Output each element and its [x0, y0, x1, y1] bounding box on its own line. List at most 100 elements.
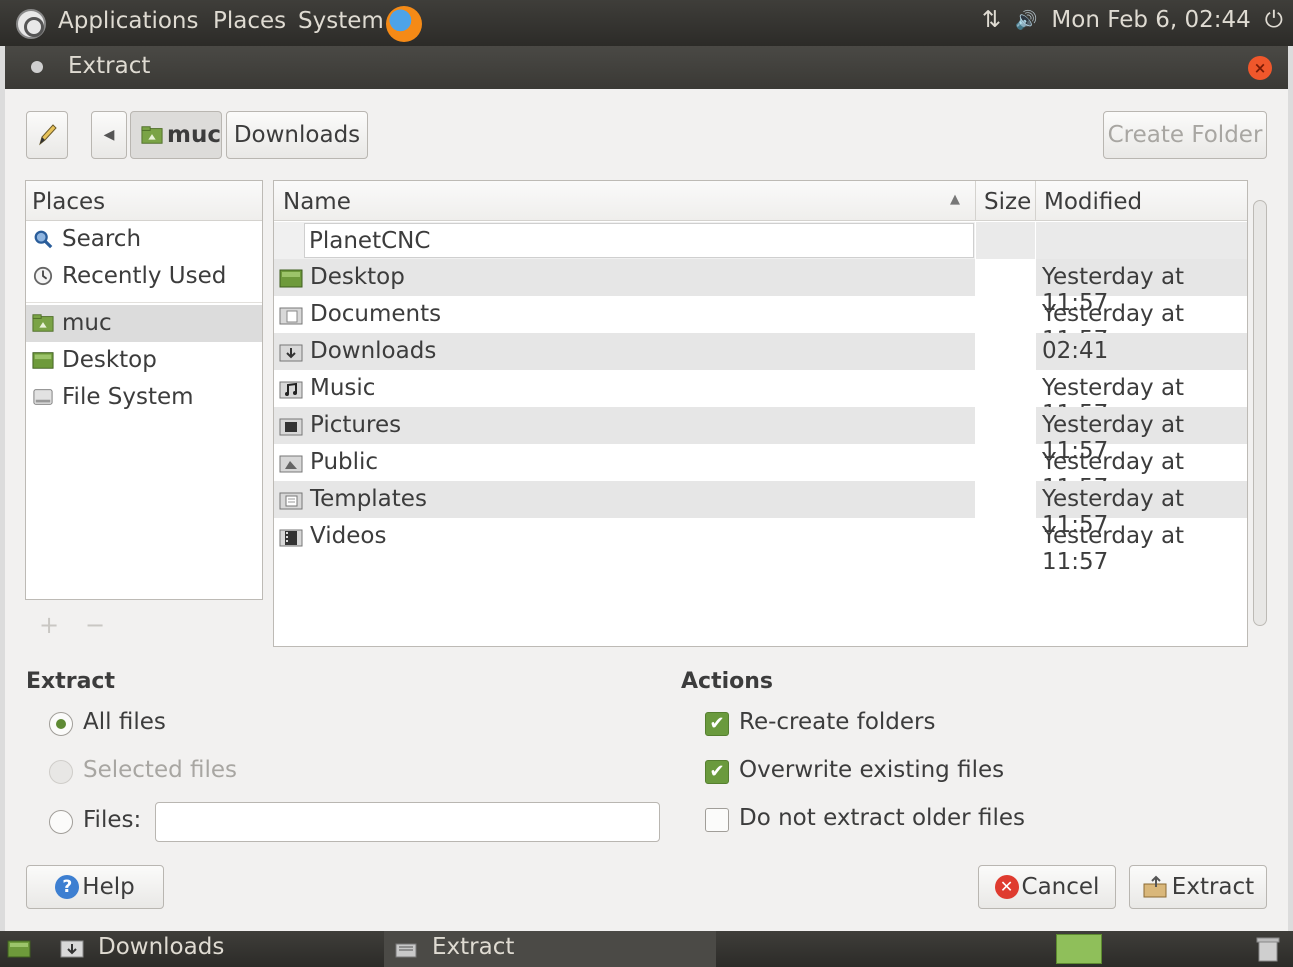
trash-icon[interactable]	[1255, 935, 1281, 963]
home-folder-icon	[32, 314, 54, 332]
create-folder-button[interactable]: Create Folder	[1103, 111, 1267, 159]
files-pattern-input[interactable]	[155, 802, 660, 842]
window-titlebar[interactable]: Extract ×	[5, 46, 1288, 89]
table-row[interactable]: Videos Yesterday at 11:57	[274, 518, 1247, 575]
file-name: Music	[310, 375, 376, 401]
sidebar-item-search[interactable]: Search	[26, 221, 262, 258]
remove-bookmark-button[interactable]: −	[85, 611, 105, 639]
size-cell	[976, 481, 1035, 518]
window-menu-icon[interactable]	[31, 61, 43, 73]
extract-section-title: Extract	[26, 669, 115, 694]
sidebar-item-label: Recently Used	[62, 263, 227, 289]
sidebar-item-label: muc	[62, 310, 112, 336]
column-header-name[interactable]: Name	[283, 189, 351, 215]
add-bookmark-button[interactable]: +	[39, 611, 59, 639]
modified-date: Yesterday at 11:57	[1042, 523, 1185, 575]
sidebar-item-label: File System	[62, 384, 194, 410]
system-tray: ⇅ 🔊 Mon Feb 6, 02:44 ⏻	[982, 7, 1283, 33]
sidebar-item-label: Search	[62, 226, 142, 252]
volume-icon[interactable]: 🔊	[1015, 10, 1037, 31]
path-button-downloads[interactable]: Downloads	[226, 111, 368, 159]
network-icon[interactable]: ⇅	[982, 7, 1001, 33]
bottom-taskbar: Downloads Extract	[0, 931, 1293, 967]
file-list-header: Name ▲ Size Modified	[274, 181, 1247, 221]
table-row[interactable]: Downloads 02:41	[274, 333, 1247, 370]
files-radio[interactable]	[49, 810, 73, 834]
file-list-scrollbar[interactable]	[1249, 180, 1271, 647]
close-icon[interactable]: ×	[1248, 56, 1272, 80]
files-label[interactable]: Files:	[83, 807, 141, 833]
file-name: Documents	[310, 301, 442, 327]
column-header-modified[interactable]: Modified	[1044, 189, 1142, 215]
sidebar-item-desktop[interactable]: Desktop	[26, 342, 262, 379]
recreate-folders-label[interactable]: Re-create folders	[739, 709, 935, 735]
all-files-label[interactable]: All files	[83, 709, 166, 735]
taskbar-item-label: Downloads	[98, 934, 225, 960]
desktop-icon	[32, 352, 54, 369]
desktop-folder-icon	[279, 269, 303, 288]
help-label: Help	[82, 874, 135, 900]
firefox-icon[interactable]	[386, 6, 422, 42]
table-row[interactable]: Pictures Yesterday at 11:57	[274, 407, 1247, 464]
menu-system[interactable]: System	[298, 8, 384, 34]
column-header-size[interactable]: Size	[984, 189, 1031, 215]
table-row[interactable]: Documents Yesterday at 11:57	[274, 296, 1247, 353]
overwrite-existing-label[interactable]: Overwrite existing files	[739, 757, 1004, 783]
clock[interactable]: Mon Feb 6, 02:44	[1051, 7, 1250, 33]
path-button-muc[interactable]: muc	[130, 111, 222, 159]
taskbar-item-downloads[interactable]: Downloads	[46, 931, 376, 967]
size-cell	[976, 370, 1035, 407]
cancel-label: Cancel	[1021, 874, 1100, 900]
extract-button[interactable]: Extract	[1129, 865, 1267, 909]
table-row[interactable]: Templates Yesterday at 11:57	[274, 481, 1247, 538]
size-cell	[976, 444, 1035, 481]
file-list: Name ▲ Size Modified Desktop Yesterday a…	[273, 180, 1248, 647]
sidebar-separator	[26, 295, 262, 303]
scrollbar-thumb[interactable]	[1253, 200, 1267, 626]
size-cell	[976, 259, 1035, 296]
sidebar-item-recently-used[interactable]: Recently Used	[26, 258, 262, 295]
all-files-radio[interactable]	[49, 712, 73, 736]
places-header[interactable]: Places	[26, 181, 262, 221]
taskbar-item-label: Extract	[432, 934, 515, 960]
places-header-label: Places	[32, 189, 106, 215]
table-row[interactable]: Public Yesterday at 11:57	[274, 444, 1247, 501]
path-button-muc-label: muc	[167, 122, 221, 148]
help-button[interactable]: ? Help	[26, 865, 164, 909]
create-folder-label: Create Folder	[1107, 122, 1263, 148]
column-separator	[1035, 181, 1036, 221]
extract-dialog: ◀ muc Downloads Create Folder Places Sea…	[5, 89, 1288, 931]
size-cell	[976, 518, 1035, 555]
new-folder-name-cell	[274, 222, 975, 259]
selected-files-radio[interactable]	[49, 760, 73, 784]
selected-files-label[interactable]: Selected files	[83, 757, 237, 783]
modified-date: 02:41	[1042, 338, 1109, 364]
path-back-button[interactable]: ◀	[91, 111, 127, 159]
power-icon[interactable]: ⏻	[1265, 7, 1283, 33]
file-name: Videos	[310, 523, 387, 549]
workspace-switcher[interactable]	[1056, 934, 1102, 964]
documents-folder-icon	[279, 307, 303, 325]
type-location-button[interactable]	[26, 111, 68, 159]
archive-manager-icon	[395, 943, 417, 958]
chevron-left-icon: ◀	[103, 127, 115, 143]
menu-applications[interactable]: Applications	[58, 8, 199, 34]
sidebar-item-label: Desktop	[62, 347, 157, 373]
no-extract-older-label[interactable]: Do not extract older files	[739, 805, 1025, 831]
taskbar-item-extract[interactable]: Extract	[384, 931, 716, 967]
new-folder-name-input[interactable]	[304, 223, 974, 258]
sidebar-item-file-system[interactable]: File System	[26, 379, 262, 416]
recreate-folders-checkbox[interactable]: ✔	[705, 712, 729, 736]
no-extract-older-checkbox[interactable]	[705, 808, 729, 832]
ubuntu-logo-icon[interactable]	[16, 9, 46, 39]
cancel-button[interactable]: ✕ Cancel	[978, 865, 1116, 909]
table-row[interactable]: Music Yesterday at 11:57	[274, 370, 1247, 427]
menu-places[interactable]: Places	[213, 8, 286, 34]
table-row[interactable]: Desktop Yesterday at 11:57	[274, 259, 1247, 316]
file-name: Public	[310, 449, 379, 475]
overwrite-existing-checkbox[interactable]: ✔	[705, 760, 729, 784]
show-desktop-icon[interactable]	[7, 939, 31, 959]
cancel-icon: ✕	[994, 875, 1019, 899]
sidebar-item-muc[interactable]: muc	[26, 305, 262, 342]
table-row-new-folder	[274, 222, 1247, 259]
